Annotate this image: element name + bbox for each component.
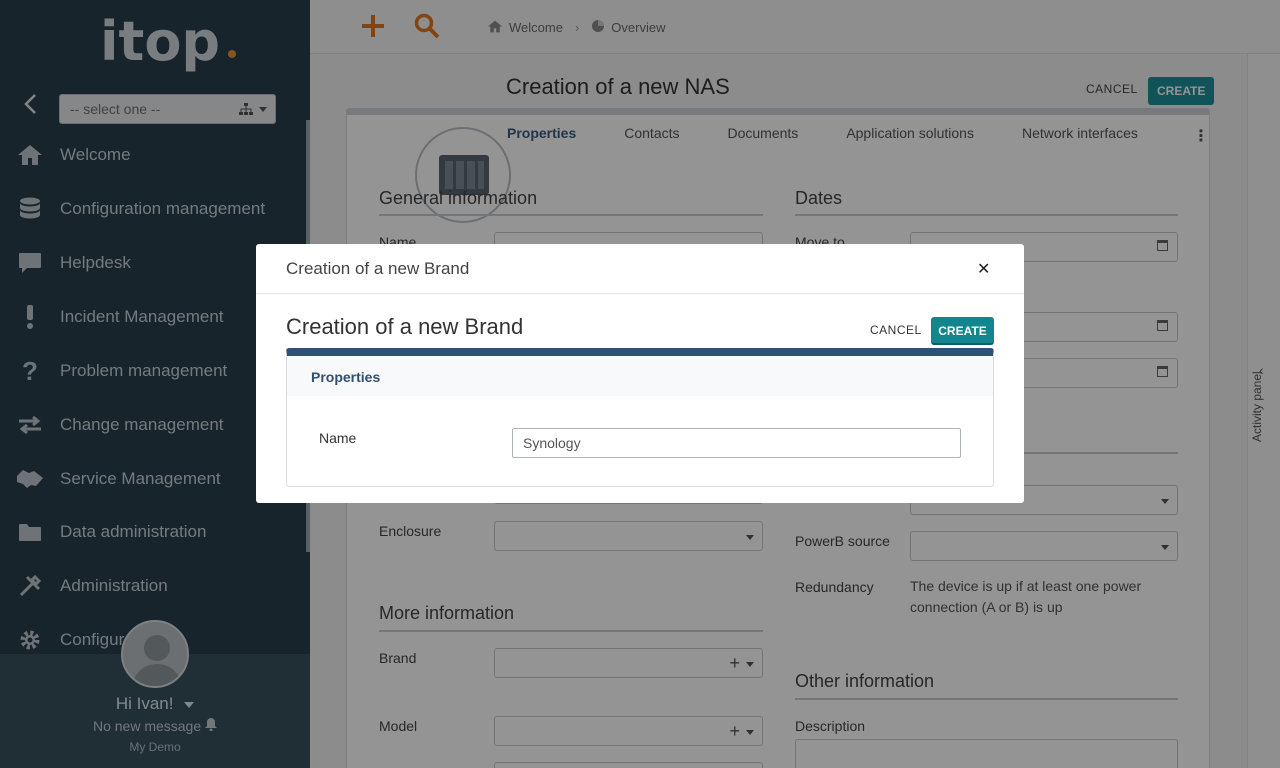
- close-icon[interactable]: ✕: [977, 259, 991, 278]
- tab-properties-label: Properties: [311, 369, 381, 385]
- dialog-title: Creation of a new Brand: [286, 259, 470, 278]
- create-brand-dialog: Creation of a new Brand ✕ Creation of a …: [256, 244, 1024, 503]
- brand-name-label: Name: [319, 430, 357, 446]
- dialog-create-button[interactable]: CREATE: [931, 317, 994, 345]
- dialog-object-title: Creation of a new Brand: [286, 314, 524, 339]
- dialog-header: Creation of a new Brand ✕: [256, 244, 1024, 294]
- tab-properties[interactable]: Properties: [287, 356, 993, 396]
- dialog-cancel-button[interactable]: CANCEL: [870, 323, 922, 337]
- dialog-properties-panel: Properties Name Synology: [286, 348, 994, 487]
- brand-name-input[interactable]: Synology: [512, 428, 961, 458]
